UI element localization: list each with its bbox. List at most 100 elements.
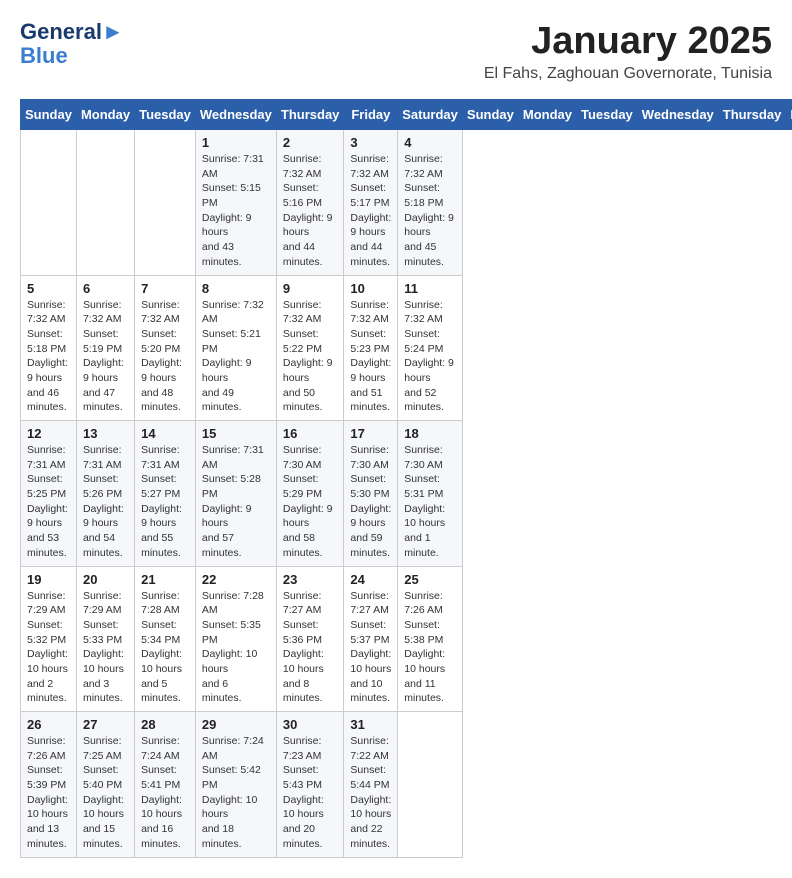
cell-content: Sunrise: 7:31 AM Sunset: 5:25 PM Dayligh…: [27, 443, 70, 561]
calendar-week-1: 1Sunrise: 7:31 AM Sunset: 5:15 PM Daylig…: [21, 130, 792, 276]
calendar-cell: 22Sunrise: 7:28 AM Sunset: 5:35 PM Dayli…: [195, 566, 276, 712]
day-number: 17: [350, 426, 391, 441]
day-number: 2: [283, 135, 338, 150]
day-number: 23: [283, 572, 338, 587]
day-number: 28: [141, 717, 189, 732]
page-header: General► Blue January 2025 El Fahs, Zagh…: [20, 20, 772, 83]
day-number: 5: [27, 281, 70, 296]
day-number: 15: [202, 426, 270, 441]
cell-content: Sunrise: 7:26 AM Sunset: 5:39 PM Dayligh…: [27, 734, 70, 852]
day-number: 21: [141, 572, 189, 587]
calendar-cell: 9 Sunrise: 7:32 AM Sunset: 5:22 PM Daylig…: [276, 275, 344, 421]
calendar-week-2: 5 Sunrise: 7:32 AM Sunset: 5:18 PM Daylig…: [21, 275, 792, 421]
cell-content: Sunrise: 7:32 AM Sunset: 5:21 PM Dayligh…: [202, 298, 270, 416]
title-area: January 2025 El Fahs, Zaghouan Governora…: [484, 20, 772, 83]
calendar-cell: 18Sunrise: 7:30 AM Sunset: 5:31 PM Dayli…: [398, 421, 463, 567]
cell-content: Sunrise: 7:31 AM Sunset: 5:26 PM Dayligh…: [83, 443, 128, 561]
cell-content: Sunrise: 7:32 AM Sunset: 5:24 PM Dayligh…: [404, 298, 456, 416]
day-number: 26: [27, 717, 70, 732]
calendar-cell: 31 Sunrise: 7:22 AM Sunset: 5:44 PM Dayli…: [344, 712, 398, 858]
cell-content: Sunrise: 7:31 AM Sunset: 5:15 PM Dayligh…: [202, 152, 270, 270]
day-number: 24: [350, 572, 391, 587]
calendar-cell: 2 Sunrise: 7:32 AM Sunset: 5:16 PM Daylig…: [276, 130, 344, 276]
header-sunday: Sunday: [21, 100, 77, 130]
day-number: 8: [202, 281, 270, 296]
cell-content: Sunrise: 7:24 AM Sunset: 5:41 PM Dayligh…: [141, 734, 189, 852]
cell-content: Sunrise: 7:32 AM Sunset: 5:18 PM Dayligh…: [404, 152, 456, 270]
day-number: 3: [350, 135, 391, 150]
month-title: January 2025: [484, 20, 772, 63]
day-number: 9: [283, 281, 338, 296]
calendar-cell: 23Sunrise: 7:27 AM Sunset: 5:36 PM Dayli…: [276, 566, 344, 712]
header-wednesday: Wednesday: [637, 100, 718, 130]
cell-content: Sunrise: 7:31 AM Sunset: 5:28 PM Dayligh…: [202, 443, 270, 561]
cell-content: Sunrise: 7:32 AM Sunset: 5:18 PM Dayligh…: [27, 298, 70, 416]
header-thursday: Thursday: [276, 100, 344, 130]
calendar-cell: 27 Sunrise: 7:25 AM Sunset: 5:40 PM Dayli…: [76, 712, 134, 858]
day-number: 30: [283, 717, 338, 732]
day-number: 10: [350, 281, 391, 296]
calendar-cell: 4 Sunrise: 7:32 AM Sunset: 5:18 PM Daylig…: [398, 130, 463, 276]
calendar-cell: 28 Sunrise: 7:24 AM Sunset: 5:41 PM Dayli…: [135, 712, 196, 858]
header-monday: Monday: [76, 100, 134, 130]
header-saturday: Saturday: [398, 100, 463, 130]
day-number: 18: [404, 426, 456, 441]
calendar-cell: 24Sunrise: 7:27 AM Sunset: 5:37 PM Dayli…: [344, 566, 398, 712]
calendar-cell: 7Sunrise: 7:32 AM Sunset: 5:20 PM Daylig…: [135, 275, 196, 421]
location-subtitle: El Fahs, Zaghouan Governorate, Tunisia: [484, 65, 772, 83]
calendar-cell: 11Sunrise: 7:32 AM Sunset: 5:24 PM Dayli…: [398, 275, 463, 421]
cell-content: Sunrise: 7:25 AM Sunset: 5:40 PM Dayligh…: [83, 734, 128, 852]
cell-content: Sunrise: 7:32 AM Sunset: 5:20 PM Dayligh…: [141, 298, 189, 416]
cell-content: Sunrise: 7:32 AM Sunset: 5:16 PM Dayligh…: [283, 152, 338, 270]
cell-content: Sunrise: 7:28 AM Sunset: 5:35 PM Dayligh…: [202, 589, 270, 707]
cell-content: Sunrise: 7:32 AM Sunset: 5:19 PM Dayligh…: [83, 298, 128, 416]
cell-content: Sunrise: 7:24 AM Sunset: 5:42 PM Dayligh…: [202, 734, 270, 852]
cell-content: Sunrise: 7:23 AM Sunset: 5:43 PM Dayligh…: [283, 734, 338, 852]
day-number: 27: [83, 717, 128, 732]
header-tuesday: Tuesday: [135, 100, 196, 130]
calendar-week-5: 26 Sunrise: 7:26 AM Sunset: 5:39 PM Dayli…: [21, 712, 792, 858]
logo-general: General: [20, 19, 102, 44]
logo: General► Blue: [20, 20, 124, 68]
calendar-cell: 16Sunrise: 7:30 AM Sunset: 5:29 PM Dayli…: [276, 421, 344, 567]
cell-content: Sunrise: 7:22 AM Sunset: 5:44 PM Dayligh…: [350, 734, 391, 852]
calendar-week-4: 19Sunrise: 7:29 AM Sunset: 5:32 PM Dayli…: [21, 566, 792, 712]
cell-content: Sunrise: 7:29 AM Sunset: 5:33 PM Dayligh…: [83, 589, 128, 707]
day-number: 20: [83, 572, 128, 587]
day-number: 12: [27, 426, 70, 441]
header-thursday: Thursday: [718, 100, 786, 130]
cell-content: Sunrise: 7:30 AM Sunset: 5:30 PM Dayligh…: [350, 443, 391, 561]
calendar-cell: 13 Sunrise: 7:31 AM Sunset: 5:26 PM Dayli…: [76, 421, 134, 567]
calendar-cell: 20 Sunrise: 7:29 AM Sunset: 5:33 PM Dayli…: [76, 566, 134, 712]
day-number: 4: [404, 135, 456, 150]
calendar-cell: [398, 712, 463, 858]
calendar-cell: 25Sunrise: 7:26 AM Sunset: 5:38 PM Dayli…: [398, 566, 463, 712]
calendar-cell: 17 Sunrise: 7:30 AM Sunset: 5:30 PM Dayli…: [344, 421, 398, 567]
day-number: 25: [404, 572, 456, 587]
calendar-cell: 26 Sunrise: 7:26 AM Sunset: 5:39 PM Dayli…: [21, 712, 77, 858]
cell-content: Sunrise: 7:30 AM Sunset: 5:29 PM Dayligh…: [283, 443, 338, 561]
header-friday: Friday: [786, 100, 792, 130]
calendar-cell: [76, 130, 134, 276]
logo-blue: Blue: [20, 44, 124, 68]
cell-content: Sunrise: 7:32 AM Sunset: 5:17 PM Dayligh…: [350, 152, 391, 270]
calendar-cell: [135, 130, 196, 276]
calendar-week-3: 12 Sunrise: 7:31 AM Sunset: 5:25 PM Dayli…: [21, 421, 792, 567]
cell-content: Sunrise: 7:32 AM Sunset: 5:23 PM Dayligh…: [350, 298, 391, 416]
day-number: 14: [141, 426, 189, 441]
calendar-cell: 5 Sunrise: 7:32 AM Sunset: 5:18 PM Daylig…: [21, 275, 77, 421]
day-number: 29: [202, 717, 270, 732]
calendar-cell: 3 Sunrise: 7:32 AM Sunset: 5:17 PM Daylig…: [344, 130, 398, 276]
calendar-table: SundayMondayTuesdayWednesdayThursdayFrid…: [20, 99, 792, 858]
calendar-cell: 8 Sunrise: 7:32 AM Sunset: 5:21 PM Daylig…: [195, 275, 276, 421]
header-tuesday: Tuesday: [577, 100, 638, 130]
cell-content: Sunrise: 7:32 AM Sunset: 5:22 PM Dayligh…: [283, 298, 338, 416]
calendar-cell: 21Sunrise: 7:28 AM Sunset: 5:34 PM Dayli…: [135, 566, 196, 712]
calendar-cell: 12 Sunrise: 7:31 AM Sunset: 5:25 PM Dayli…: [21, 421, 77, 567]
day-number: 6: [83, 281, 128, 296]
day-number: 13: [83, 426, 128, 441]
calendar-cell: 15 Sunrise: 7:31 AM Sunset: 5:28 PM Dayli…: [195, 421, 276, 567]
day-number: 19: [27, 572, 70, 587]
day-number: 31: [350, 717, 391, 732]
calendar-cell: 10 Sunrise: 7:32 AM Sunset: 5:23 PM Dayli…: [344, 275, 398, 421]
